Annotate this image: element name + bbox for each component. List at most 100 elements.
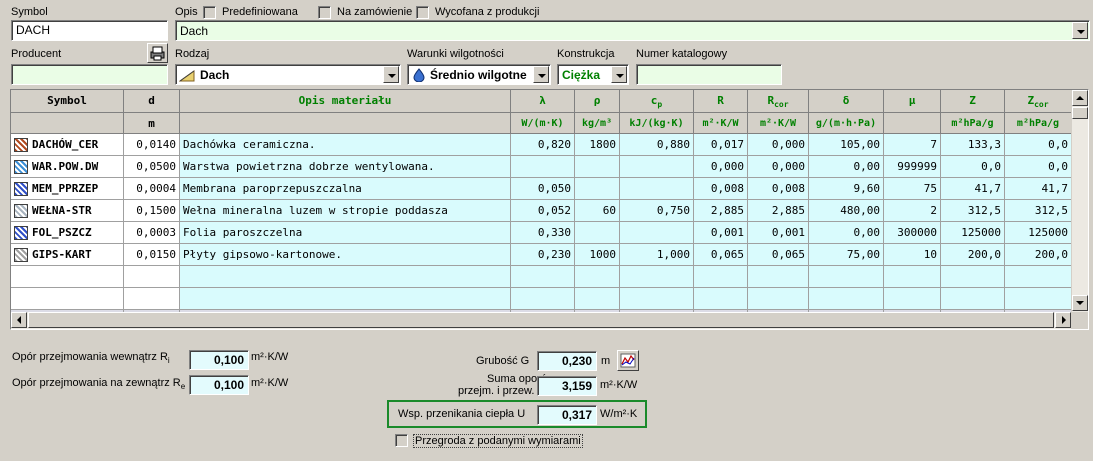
rsi-field[interactable]: 0,100: [189, 350, 249, 370]
katalog-field[interactable]: [636, 64, 782, 85]
table-cell[interactable]: Dachówka ceramiczna.: [180, 134, 511, 156]
column-header-d[interactable]: d: [124, 90, 180, 113]
column-header-zcor[interactable]: Zcor: [1005, 90, 1072, 113]
table-cell[interactable]: 0,008: [748, 178, 809, 200]
table-cell[interactable]: 125000: [1005, 222, 1072, 244]
table-cell[interactable]: 1,000: [620, 244, 694, 266]
table-cell[interactable]: 133,3: [941, 134, 1005, 156]
opis-dropdown-button[interactable]: [1072, 22, 1088, 39]
empty-cell[interactable]: [809, 288, 884, 310]
scroll-right-button[interactable]: [1055, 312, 1071, 328]
table-cell[interactable]: 2,885: [748, 200, 809, 222]
producent-lookup-button[interactable]: [147, 43, 168, 63]
table-cell[interactable]: 1000: [575, 244, 620, 266]
table-cell[interactable]: 41,7: [941, 178, 1005, 200]
table-cell[interactable]: FOL_PSZCZ: [11, 222, 124, 244]
table-cell[interactable]: 75,00: [809, 244, 884, 266]
empty-cell[interactable]: [941, 266, 1005, 288]
column-header-rho[interactable]: ρ: [575, 90, 620, 113]
empty-cell[interactable]: [884, 288, 941, 310]
table-cell[interactable]: 2,885: [694, 200, 748, 222]
table-cell[interactable]: MEM_PPRZEP: [11, 178, 124, 200]
table-cell[interactable]: 0,0: [1005, 156, 1072, 178]
table-cell[interactable]: 0,0500: [124, 156, 180, 178]
konstrukcja-combo[interactable]: Ciężka: [557, 64, 629, 85]
table-cell[interactable]: [620, 156, 694, 178]
table-cell[interactable]: 105,00: [809, 134, 884, 156]
warunki-combo[interactable]: Średnio wilgotne: [407, 64, 551, 85]
empty-cell[interactable]: [620, 266, 694, 288]
column-header-rcor[interactable]: Rcor: [748, 90, 809, 113]
table-cell[interactable]: 75: [884, 178, 941, 200]
table-cell[interactable]: [511, 156, 575, 178]
table-cell[interactable]: 1800: [575, 134, 620, 156]
table-cell[interactable]: 0,001: [748, 222, 809, 244]
column-header-delta[interactable]: δ: [809, 90, 884, 113]
scroll-up-button[interactable]: [1072, 90, 1088, 106]
table-cell[interactable]: 0,00: [809, 222, 884, 244]
empty-cell[interactable]: [575, 288, 620, 310]
column-header-z[interactable]: Z: [941, 90, 1005, 113]
opis-combo[interactable]: Dach: [175, 20, 1090, 41]
table-cell[interactable]: Membrana paroprzepuszczalna: [180, 178, 511, 200]
table-cell[interactable]: 200,0: [1005, 244, 1072, 266]
table-cell[interactable]: WEŁNA-STR: [11, 200, 124, 222]
empty-cell[interactable]: [748, 288, 809, 310]
predefiniowana-checkbox[interactable]: [203, 6, 216, 19]
table-cell[interactable]: 0,000: [748, 156, 809, 178]
vertical-scrollbar[interactable]: [1071, 90, 1088, 312]
table-cell[interactable]: 60: [575, 200, 620, 222]
warunki-dropdown-button[interactable]: [533, 66, 549, 83]
empty-cell[interactable]: [694, 266, 748, 288]
konstrukcja-dropdown-button[interactable]: [611, 66, 627, 83]
table-cell[interactable]: 0,065: [694, 244, 748, 266]
table-cell[interactable]: 0,0003: [124, 222, 180, 244]
scroll-left-button[interactable]: [11, 312, 27, 328]
przegroda-checkbox[interactable]: [395, 434, 408, 447]
empty-cell[interactable]: [180, 266, 511, 288]
table-cell[interactable]: 0,880: [620, 134, 694, 156]
table-cell[interactable]: 0,00: [809, 156, 884, 178]
wycofana-checkbox[interactable]: [416, 6, 429, 19]
table-cell[interactable]: Wełna mineralna luzem w stropie poddasza: [180, 200, 511, 222]
table-cell[interactable]: 0,330: [511, 222, 575, 244]
table-cell[interactable]: 0,0150: [124, 244, 180, 266]
table-cell[interactable]: 200,0: [941, 244, 1005, 266]
empty-cell[interactable]: [124, 288, 180, 310]
materials-grid[interactable]: Symbol d m Opis materiału λ W/(m·K) ρ kg/m³ cp kJ…: [10, 89, 1089, 330]
chart-button[interactable]: [617, 350, 639, 371]
table-cell[interactable]: 312,5: [1005, 200, 1072, 222]
empty-cell[interactable]: [694, 288, 748, 310]
table-cell[interactable]: 10: [884, 244, 941, 266]
column-header-cp[interactable]: cp: [620, 90, 694, 113]
table-cell[interactable]: 0,230: [511, 244, 575, 266]
empty-cell[interactable]: [575, 266, 620, 288]
table-cell[interactable]: 9,60: [809, 178, 884, 200]
horizontal-scroll-thumb[interactable]: [28, 312, 1054, 328]
rodzaj-dropdown-button[interactable]: [383, 66, 399, 83]
symbol-field[interactable]: DACH: [11, 20, 168, 41]
empty-cell[interactable]: [884, 266, 941, 288]
table-cell[interactable]: 0,000: [694, 156, 748, 178]
table-cell[interactable]: 41,7: [1005, 178, 1072, 200]
table-cell[interactable]: 0,1500: [124, 200, 180, 222]
przegroda-label[interactable]: Przegroda z podanymi wymiarami: [413, 434, 583, 448]
table-cell[interactable]: 0,052: [511, 200, 575, 222]
empty-cell[interactable]: [11, 266, 124, 288]
table-cell[interactable]: 0,000: [748, 134, 809, 156]
empty-cell[interactable]: [1005, 266, 1072, 288]
scroll-down-button[interactable]: [1072, 295, 1088, 311]
na-zamowienie-checkbox[interactable]: [318, 6, 331, 19]
column-header-symbol[interactable]: Symbol: [11, 90, 124, 113]
table-cell[interactable]: [620, 178, 694, 200]
table-cell[interactable]: [575, 156, 620, 178]
empty-cell[interactable]: [180, 288, 511, 310]
table-cell[interactable]: 0,750: [620, 200, 694, 222]
column-header-r[interactable]: R: [694, 90, 748, 113]
table-cell[interactable]: 125000: [941, 222, 1005, 244]
table-cell[interactable]: 0,050: [511, 178, 575, 200]
table-cell[interactable]: GIPS-KART: [11, 244, 124, 266]
table-cell[interactable]: [575, 222, 620, 244]
column-header-lambda[interactable]: λ: [511, 90, 575, 113]
table-cell[interactable]: 480,00: [809, 200, 884, 222]
